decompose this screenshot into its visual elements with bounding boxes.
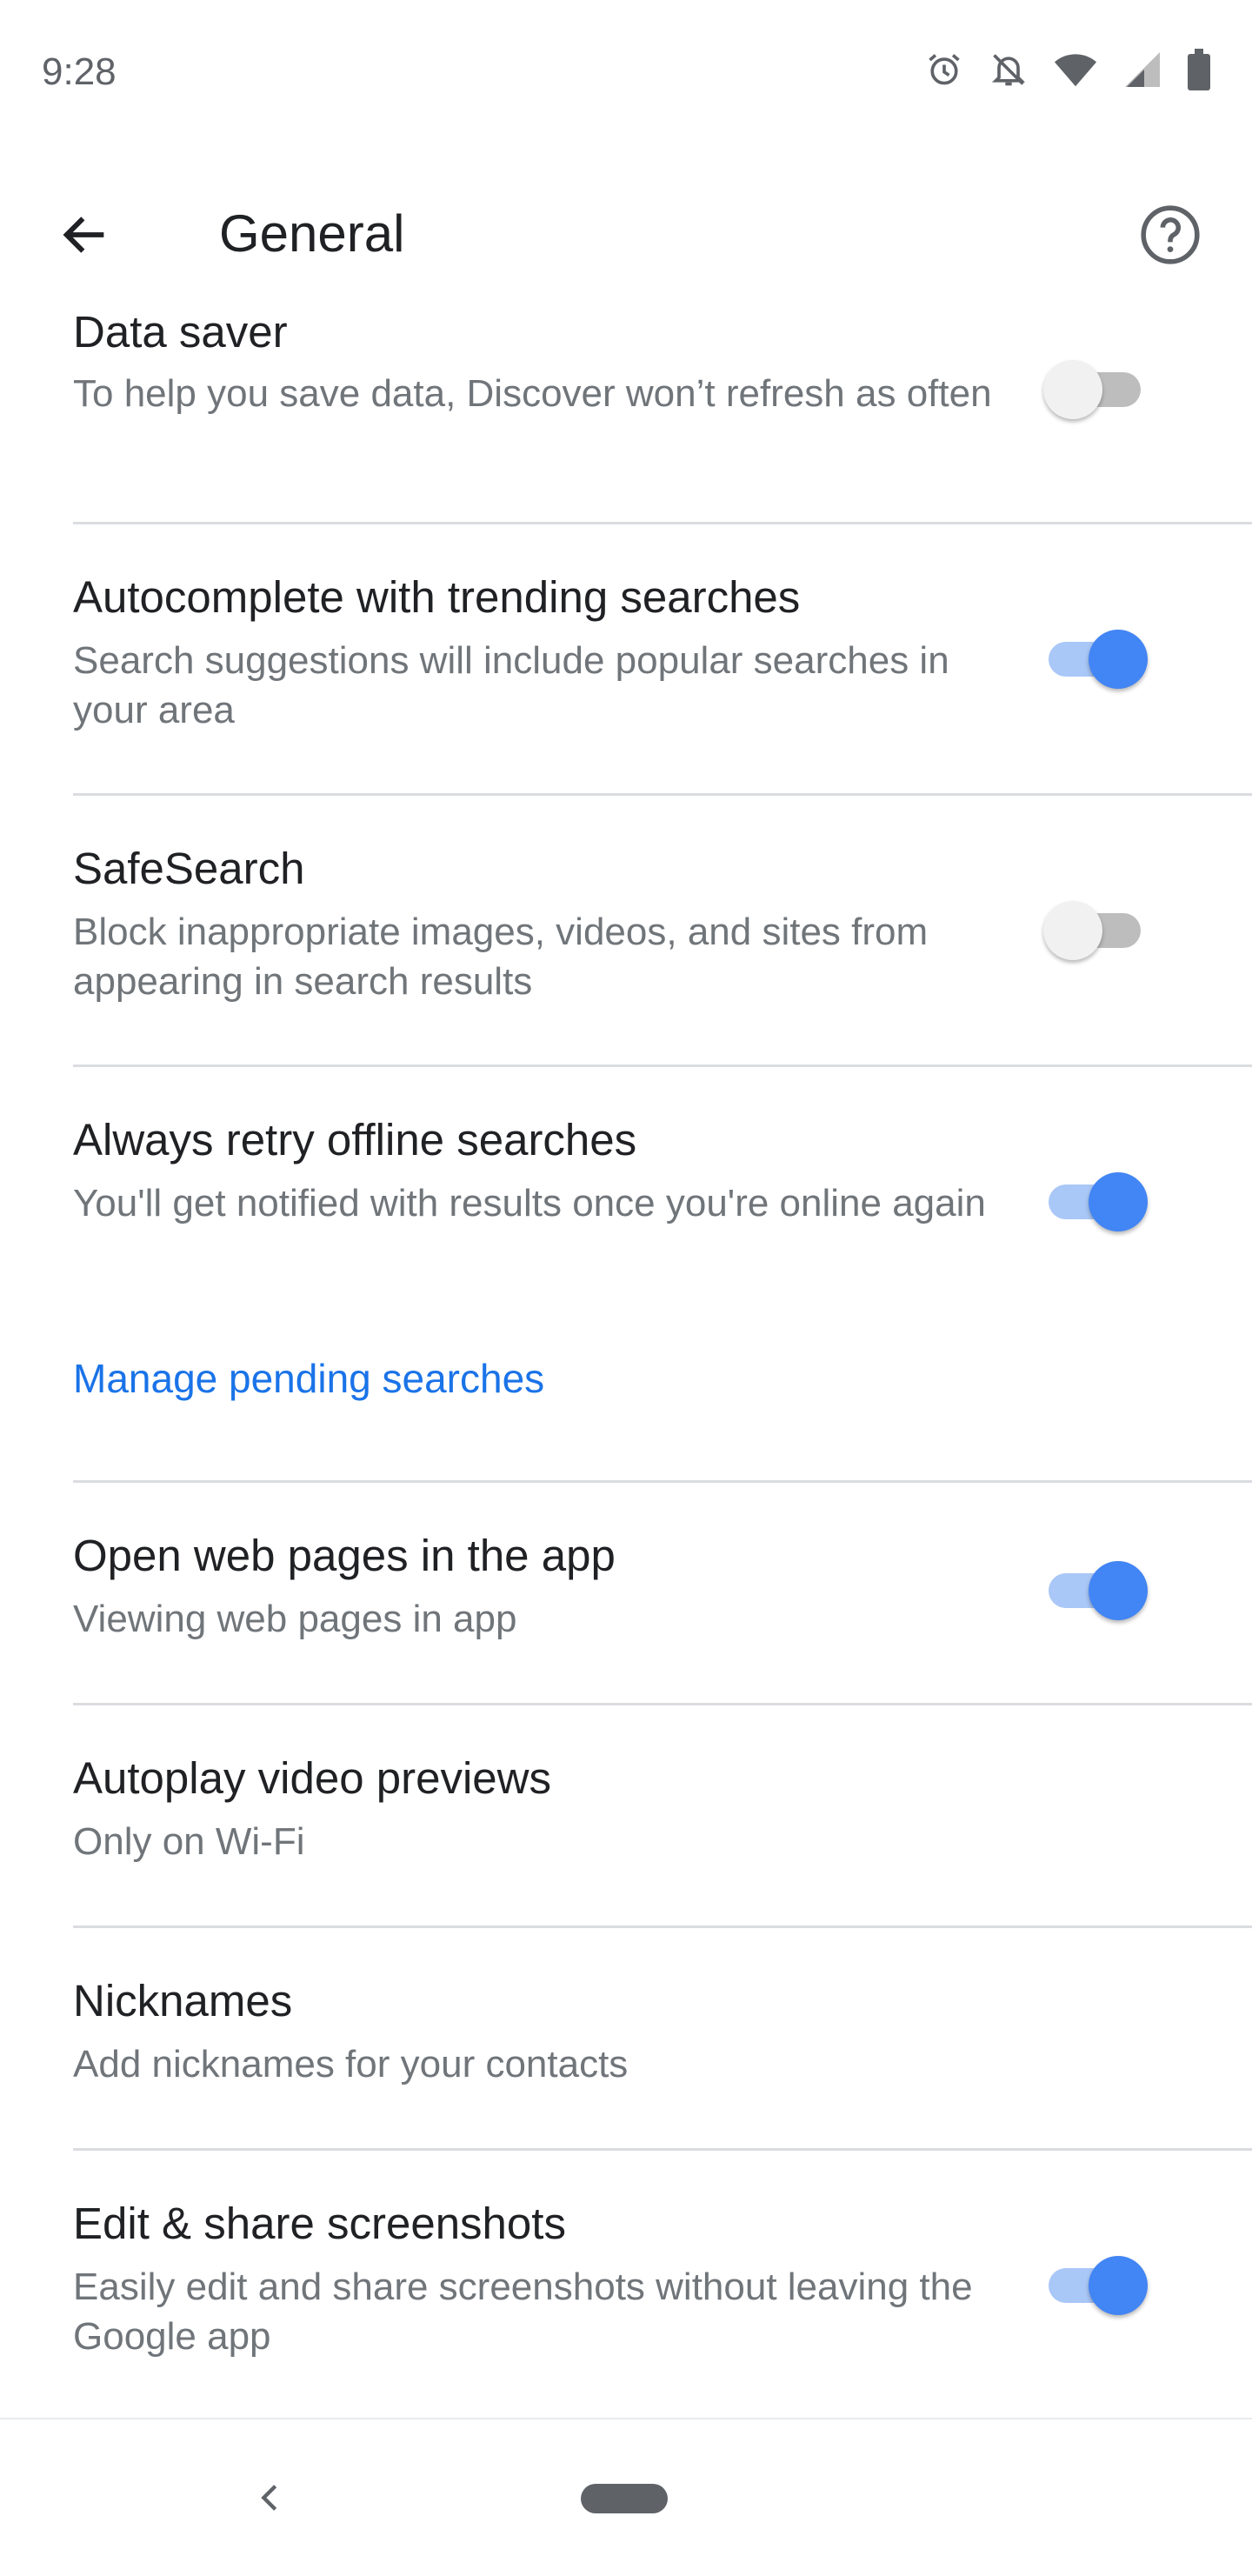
manage-pending-searches-link[interactable]: Manage pending searches: [73, 1355, 544, 1402]
nav-back-icon: [261, 2485, 277, 2511]
setting-nicknames[interactable]: Nicknames Add nicknames for your contact…: [73, 1928, 1252, 2149]
setting-description: Add nicknames for your contacts: [73, 2043, 629, 2085]
app-bar: General: [0, 174, 1252, 296]
data-saver-toggle[interactable]: [1043, 350, 1148, 419]
autocomplete-trending-toggle[interactable]: [1043, 619, 1148, 689]
setting-description: To help you save data, Discover won’t re…: [73, 372, 992, 415]
setting-title: Open web pages in the app: [73, 1531, 616, 1580]
safesearch-toggle[interactable]: [1043, 891, 1148, 960]
setting-title: Data saver: [73, 307, 288, 357]
setting-description: Easily edit and share screenshots withou…: [73, 2266, 973, 2358]
status-bar: 9:28: [0, 0, 1252, 148]
setting-description: You'll get notified with results once yo…: [73, 1182, 986, 1225]
setting-title: Always retry offline searches: [73, 1115, 637, 1165]
setting-title: SafeSearch: [73, 844, 305, 893]
settings-list: Data saver To help you save data, Discov…: [0, 296, 1252, 2418]
setting-title: Edit & share screenshots: [73, 2199, 566, 2248]
arrow-back-icon: [63, 217, 104, 253]
setting-description: Block inappropriate images, videos, and …: [73, 911, 929, 1003]
alarm-icon: [925, 50, 963, 89]
nav-back-button[interactable]: [243, 2472, 296, 2524]
edit-share-screenshots-toggle[interactable]: [1043, 2246, 1148, 2315]
notifications-off-icon: [989, 50, 1028, 89]
navigation-bar: [0, 2418, 1252, 2576]
page-title: General: [219, 204, 405, 263]
status-icons: [925, 49, 1210, 90]
back-button[interactable]: [50, 200, 120, 270]
help-button[interactable]: [1134, 198, 1207, 271]
setting-description: Viewing web pages in app: [73, 1598, 517, 1640]
cell-signal-icon: [1123, 50, 1162, 89]
setting-title: Autoplay video previews: [73, 1753, 551, 1803]
status-time: 9:28: [42, 50, 117, 93]
setting-title: Autocomplete with trending searches: [73, 572, 801, 622]
open-web-pages-toggle[interactable]: [1043, 1551, 1148, 1620]
retry-offline-toggle[interactable]: [1043, 1162, 1148, 1231]
wifi-icon: [1054, 50, 1097, 89]
setting-autoplay-video[interactable]: Autoplay video previews Only on Wi-Fi: [73, 1705, 1252, 1926]
nav-home-pill-icon[interactable]: [581, 2484, 668, 2513]
setting-description: Only on Wi-Fi: [73, 1820, 305, 1863]
setting-title: Nicknames: [73, 1976, 293, 2025]
help-icon: [1141, 205, 1200, 264]
battery-icon: [1188, 49, 1210, 90]
setting-description: Search suggestions will include popular …: [73, 639, 949, 731]
